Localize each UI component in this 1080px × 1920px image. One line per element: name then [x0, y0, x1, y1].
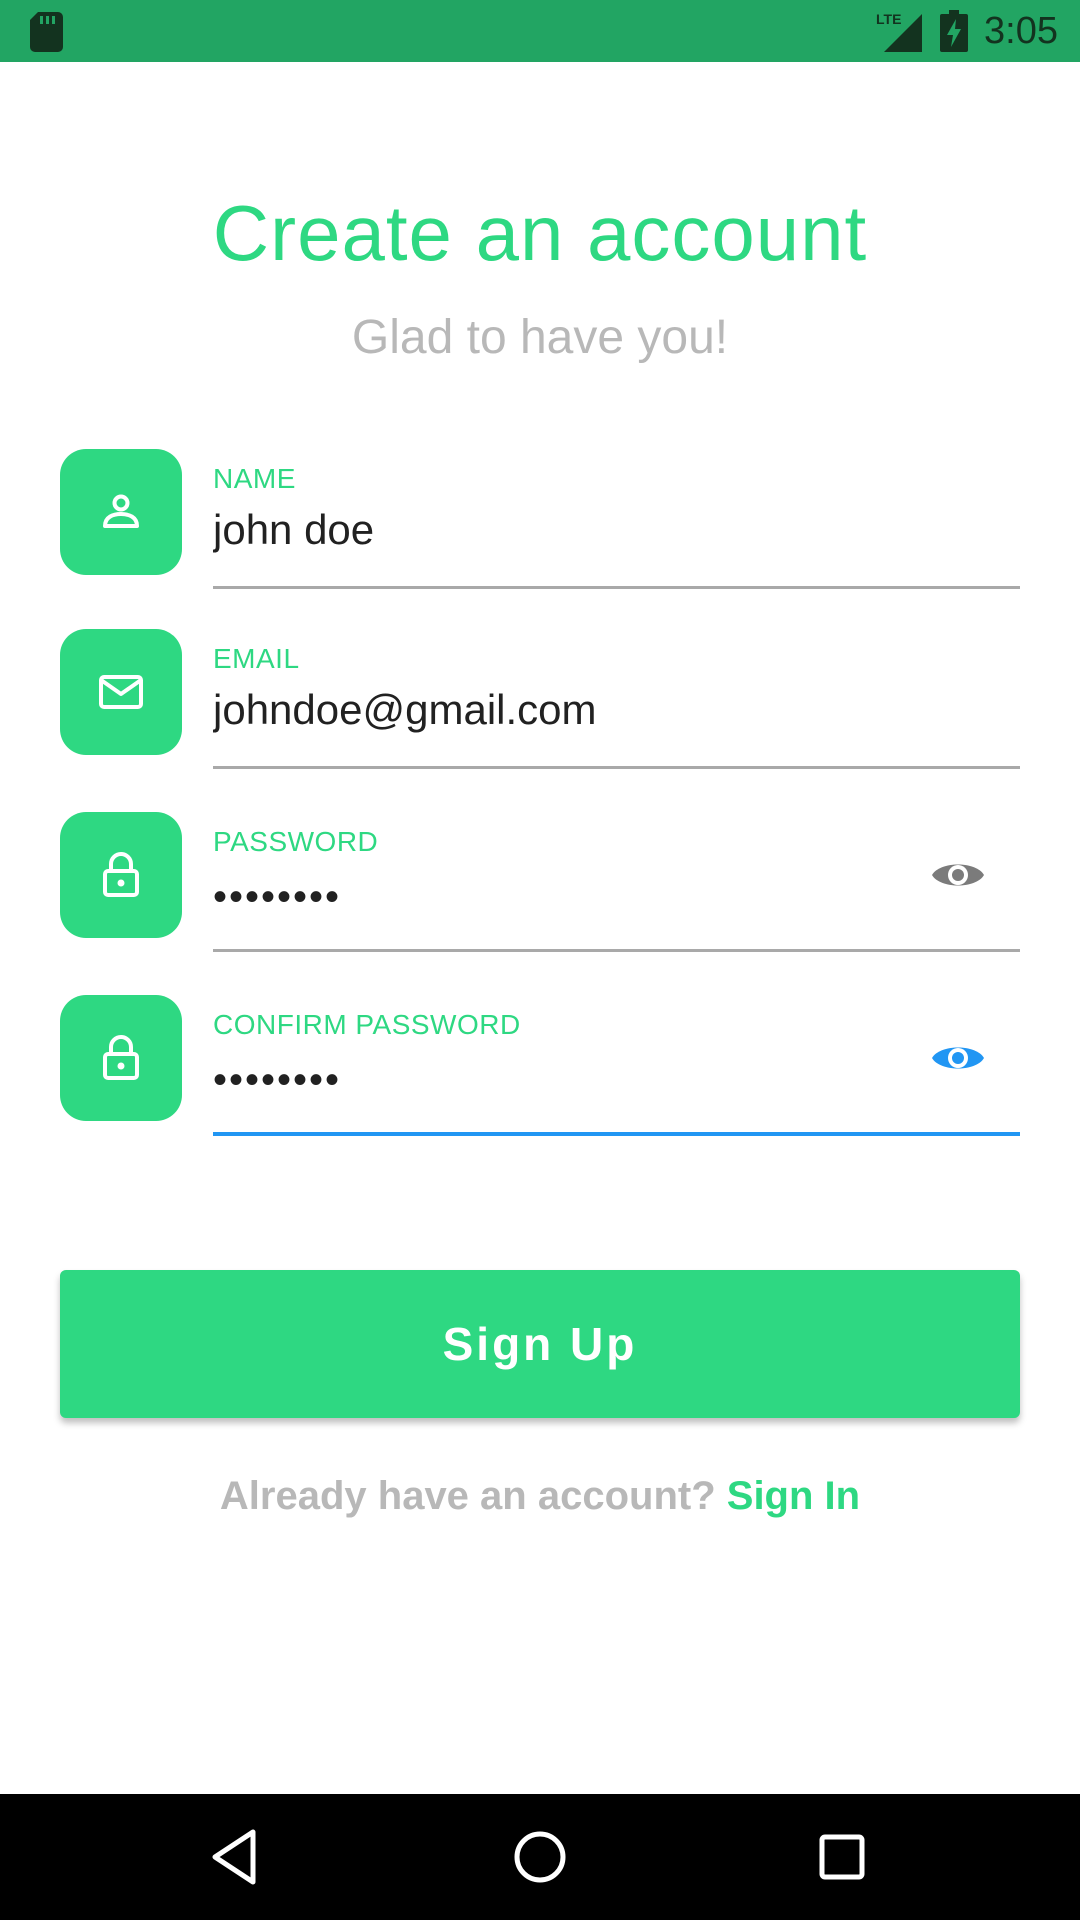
recents-icon[interactable] — [809, 1824, 875, 1890]
sign-up-button[interactable]: Sign Up — [60, 1270, 1020, 1418]
password-icon-box — [60, 812, 182, 938]
email-icon-box — [60, 629, 182, 755]
status-bar: LTE 3:05 — [0, 0, 1080, 62]
confirm-password-icon-box — [60, 995, 182, 1121]
confirm-password-visibility-toggle[interactable] — [928, 1035, 988, 1081]
confirm-password-field-row: CONFIRM PASSWORD •••••••• — [60, 995, 1020, 1136]
mail-icon — [99, 675, 143, 709]
navigation-bar — [0, 1794, 1080, 1920]
lock-icon — [103, 1035, 139, 1080]
eye-icon — [932, 864, 984, 886]
page-title: Create an account — [212, 189, 868, 277]
battery-charging-icon — [940, 10, 968, 52]
password-field-row: PASSWORD •••••••• — [60, 812, 1020, 952]
back-icon[interactable] — [203, 1824, 269, 1890]
password-input[interactable]: •••••••• — [213, 872, 913, 922]
sign-in-link[interactable]: Sign In — [727, 1474, 860, 1518]
email-input[interactable]: johndoe@gmail.com — [213, 685, 913, 735]
lte-signal-icon: LTE — [876, 11, 922, 52]
confirm-password-underline — [213, 1132, 1020, 1136]
password-visibility-toggle[interactable] — [928, 852, 988, 898]
sign-in-prompt-line: Already have an account? Sign In — [0, 1470, 1080, 1522]
name-input[interactable]: john doe — [213, 505, 913, 555]
confirm-password-label: CONFIRM PASSWORD — [213, 1009, 521, 1040]
email-label: EMAIL — [213, 643, 300, 674]
sign-in-prompt: Already have an account? — [219, 1474, 716, 1518]
confirm-password-input[interactable]: •••••••• — [213, 1055, 913, 1105]
home-icon[interactable] — [507, 1824, 573, 1890]
password-label: PASSWORD — [213, 826, 379, 857]
lock-icon — [103, 852, 139, 897]
name-field-row: NAME john doe — [60, 449, 1020, 589]
svg-text:LTE: LTE — [876, 11, 901, 27]
status-time: 3:05 — [984, 10, 1058, 52]
email-underline — [213, 766, 1020, 769]
name-label: NAME — [213, 463, 296, 494]
sd-card-icon — [30, 12, 63, 52]
page-subtitle: Glad to have you! — [351, 311, 729, 364]
eye-icon — [932, 1047, 984, 1069]
person-icon — [103, 494, 139, 528]
password-underline — [213, 949, 1020, 952]
name-underline — [213, 586, 1020, 589]
email-field-row: EMAIL johndoe@gmail.com — [60, 629, 1020, 769]
name-icon-box — [60, 449, 182, 575]
